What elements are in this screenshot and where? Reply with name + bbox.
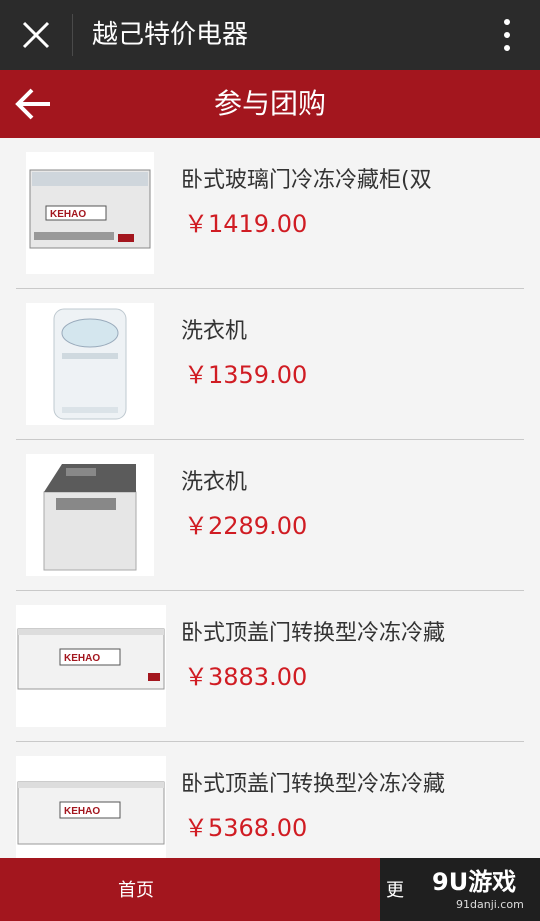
product-list: KEHAO 卧式玻璃门冷冻冷藏柜(双 ￥1419.00 洗衣机 ￥1359.00	[0, 138, 540, 893]
product-price: ￥5368.00	[184, 814, 308, 842]
product-image[interactable]	[26, 303, 154, 425]
product-price: ￥1359.00	[184, 361, 308, 389]
nav-home[interactable]: 首页	[118, 876, 154, 902]
product-item[interactable]: 洗衣机 ￥1359.00	[16, 289, 524, 440]
svg-text:KEHAO: KEHAO	[64, 653, 100, 664]
product-item[interactable]: KEHAO 卧式玻璃门冷冻冷藏柜(双 ￥1419.00	[16, 138, 524, 289]
product-price: ￥3883.00	[184, 663, 308, 691]
watermark-logo: 9U游戏	[432, 868, 517, 896]
product-name[interactable]: 卧式顶盖门转换型冷冻冷藏	[181, 766, 471, 798]
product-price: ￥1419.00	[184, 210, 308, 238]
page-header: 参与团购	[0, 70, 540, 138]
product-name[interactable]: 洗衣机	[181, 464, 471, 496]
product-image[interactable]: KEHAO	[26, 152, 154, 274]
product-image[interactable]: KEHAO	[16, 605, 166, 727]
product-price: ￥2289.00	[184, 512, 308, 540]
nav-more-label: 更	[386, 880, 404, 901]
app-title: 越己特价电器	[92, 20, 249, 50]
svg-text:KEHAO: KEHAO	[50, 209, 86, 220]
product-item[interactable]: 洗衣机 ￥2289.00	[16, 440, 524, 591]
product-name[interactable]: 卧式顶盖门转换型冷冻冷藏	[181, 615, 471, 647]
svg-text:KEHAO: KEHAO	[64, 806, 100, 817]
top-bar: 越己特价电器	[0, 0, 540, 70]
product-item[interactable]: KEHAO 卧式顶盖门转换型冷冻冷藏 ￥3883.00	[16, 591, 524, 742]
more-vertical-icon[interactable]	[502, 18, 512, 52]
close-icon[interactable]	[20, 17, 52, 53]
product-image[interactable]	[26, 454, 154, 576]
product-name[interactable]: 卧式玻璃门冷冻冷藏柜(双	[181, 162, 471, 194]
divider	[72, 14, 73, 56]
watermark-url: 91danji.com	[456, 898, 524, 911]
page-title: 参与团购	[213, 87, 326, 120]
product-name[interactable]: 洗衣机	[181, 313, 471, 345]
